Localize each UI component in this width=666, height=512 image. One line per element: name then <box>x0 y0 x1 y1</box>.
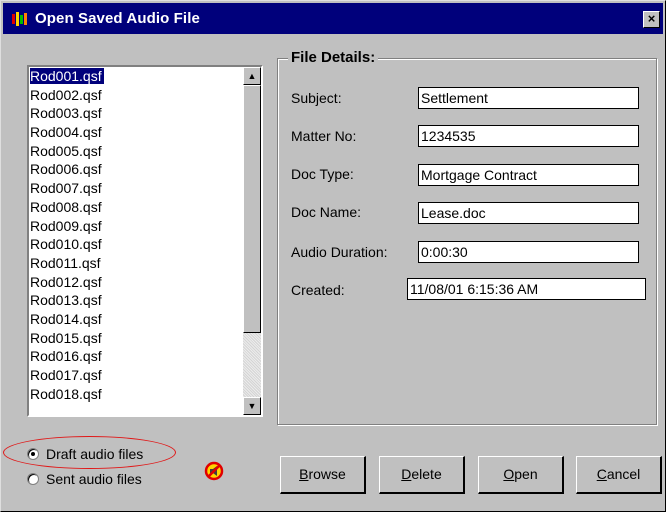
file-name: Rod012.qsf <box>30 273 102 290</box>
file-list-item[interactable]: Rod016.qsf <box>29 347 241 366</box>
file-name: Rod018.qsf <box>30 385 102 402</box>
file-list-item[interactable]: Rod018.qsf <box>29 385 241 404</box>
doc-type-field: Mortgage Contract <box>418 164 639 186</box>
file-list-item[interactable]: Rod005.qsf <box>29 142 241 161</box>
file-name: Rod017.qsf <box>30 367 102 383</box>
file-list-item[interactable]: Rod001.qsf <box>29 67 241 86</box>
file-name: Rod007.qsf <box>30 180 102 197</box>
file-list-item[interactable]: Rod012.qsf <box>29 273 241 292</box>
close-icon: × <box>647 11 656 26</box>
audio-file-icon <box>12 12 27 26</box>
created-label: Created: <box>291 282 345 298</box>
scroll-thumb[interactable] <box>243 85 261 333</box>
file-list-item[interactable]: Rod004.qsf <box>29 123 241 142</box>
close-button[interactable]: × <box>643 11 660 28</box>
file-list-item[interactable]: Rod015.qsf <box>29 329 241 348</box>
file-list-item[interactable]: Rod006.qsf <box>29 160 241 179</box>
file-list-item[interactable]: Rod009.qsf <box>29 217 241 236</box>
file-name: Rod011.qsf <box>30 254 101 271</box>
created-field: 11/08/01 6:15:36 AM <box>407 278 646 300</box>
sent-radio-button[interactable] <box>27 473 39 485</box>
file-details-title: File Details: <box>288 49 379 66</box>
title-bar[interactable]: Open Saved Audio File × <box>3 3 663 34</box>
file-list-item[interactable]: Rod013.qsf <box>29 291 241 310</box>
file-list-item[interactable]: Rod011.qsf <box>29 254 241 273</box>
audio-duration-label: Audio Duration: <box>291 244 388 260</box>
file-list-item[interactable]: Rod017.qsf <box>29 366 241 385</box>
sent-audio-files-option[interactable]: Sent audio files <box>27 471 142 487</box>
cancel-button[interactable]: Cancel <box>576 456 662 494</box>
file-name: Rod001.qsf <box>29 67 105 85</box>
doc-name-label: Doc Name: <box>291 204 362 220</box>
scroll-up-button[interactable]: ▲ <box>243 67 261 85</box>
open-button[interactable]: Open <box>478 456 564 494</box>
browse-button[interactable]: Browse <box>280 456 366 494</box>
scroll-down-button[interactable]: ▼ <box>243 397 261 415</box>
file-name: Rod006.qsf <box>30 161 102 178</box>
file-name: Rod008.qsf <box>30 198 102 215</box>
window-title: Open Saved Audio File <box>35 10 200 27</box>
file-list-items: Rod001.qsf Rod002.qsf Rod003.qsf Rod004.qsf… <box>29 67 241 415</box>
subject-field: Settlement <box>418 87 639 109</box>
draft-audio-files-label: Draft audio files <box>46 446 144 462</box>
sent-audio-files-label: Sent audio files <box>46 471 142 487</box>
no-audio-icon <box>204 461 224 481</box>
file-list-item[interactable]: Rod007.qsf <box>29 179 241 198</box>
file-name: Rod002.qsf <box>30 86 102 103</box>
draft-radio-button[interactable] <box>27 448 39 460</box>
matter-no-field: 1234535 <box>418 125 639 147</box>
file-name: Rod014.qsf <box>30 310 102 327</box>
audio-file-list[interactable]: Rod001.qsf Rod002.qsf Rod003.qsf Rod004.qsf… <box>27 65 263 417</box>
file-name: Rod010.qsf <box>30 236 102 253</box>
delete-button[interactable]: Delete <box>379 456 465 494</box>
file-list-item[interactable]: Rod014.qsf <box>29 310 241 329</box>
file-name: Rod015.qsf <box>30 329 102 346</box>
file-list-item[interactable]: Rod003.qsf <box>29 104 241 123</box>
file-name: Rod009.qsf <box>30 217 102 234</box>
doc-name-field: Lease.doc <box>418 202 639 224</box>
arrow-down-icon: ▼ <box>247 401 257 411</box>
file-name: Rod004.qsf <box>30 124 102 141</box>
file-name: Rod003.qsf <box>30 105 102 122</box>
file-list-item[interactable]: Rod002.qsf <box>29 86 241 105</box>
file-list-item[interactable]: Rod010.qsf <box>29 235 241 254</box>
arrow-up-icon: ▲ <box>247 71 257 81</box>
open-saved-audio-file-dialog: Open Saved Audio File × Rod001.qsf Rod002… <box>0 0 666 512</box>
draft-audio-files-option[interactable]: Draft audio files <box>27 446 143 462</box>
doc-type-label: Doc Type: <box>291 166 354 182</box>
vertical-scrollbar[interactable]: ▲ ▼ <box>243 67 261 415</box>
matter-no-label: Matter No: <box>291 128 357 144</box>
subject-label: Subject: <box>291 90 342 106</box>
file-name: Rod016.qsf <box>30 348 102 365</box>
file-name: Rod005.qsf <box>30 142 102 159</box>
audio-duration-field: 0:00:30 <box>418 241 639 263</box>
file-name: Rod013.qsf <box>30 292 102 309</box>
file-list-item[interactable]: Rod008.qsf <box>29 198 241 217</box>
